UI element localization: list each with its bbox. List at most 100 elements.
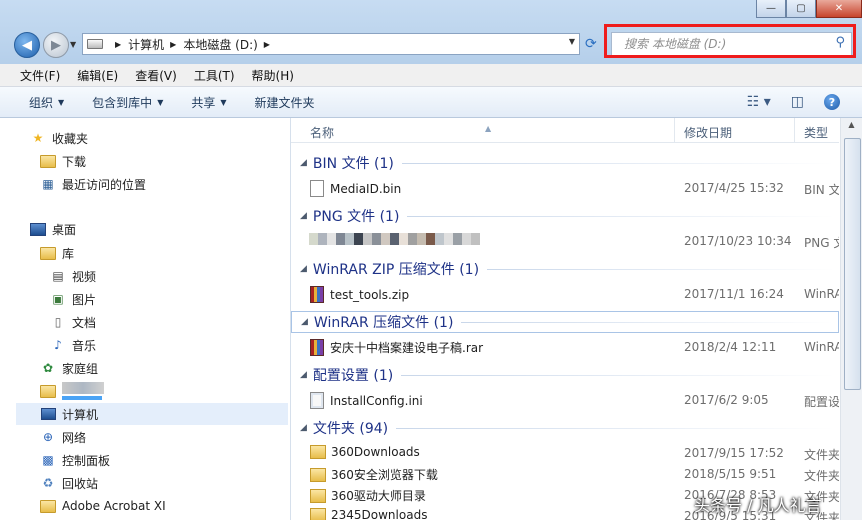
menu-file[interactable]: 文件(F) [0,67,68,84]
file-date: 2017/6/2 9:05 [684,393,769,407]
collapse-triangle-icon[interactable]: ◢ [300,211,307,221]
group-header-winrar[interactable]: ◢ WinRAR 压缩文件 (1) [291,311,839,333]
group-header-config[interactable]: ◢ 配置设置 (1) [291,364,839,386]
sidebar-item-favorites[interactable]: ★ 收藏夹 [30,127,88,149]
watermark-text: 头条号 / 凡人礼言 [694,496,822,515]
file-date: 2017/10/23 10:34 [684,234,792,248]
homegroup-icon: ✿ [42,361,54,375]
column-type[interactable]: 类型 [804,124,828,141]
file-name: InstallConfig.ini [330,393,423,408]
group-title: BIN 文件 (1) [312,156,394,172]
arrow-right-icon: ▶ [51,37,61,53]
include-in-library-button[interactable]: 包含到库中 ▼ [92,94,163,111]
sidebar-item-desktop[interactable]: 桌面 [30,218,76,240]
collapse-triangle-icon[interactable]: ◢ [301,317,308,327]
sidebar-item-label: 网络 [62,430,87,445]
folder-row[interactable]: 360安全浏览器下载 2018/5/15 9:51 文件夹 [291,464,839,484]
organize-button[interactable]: 组织 ▼ [29,94,64,111]
title-address-bar: — ▢ ✕ ◀ ▶ ▼ ▶ 计算机 ▶ 本地磁盘 (D:) ▶ ▼ ⟳ ⚲ [0,0,862,64]
scroll-up-icon[interactable]: ▲ [844,120,859,135]
video-icon: ▤ [52,269,64,283]
menu-help[interactable]: 帮助(H) [243,67,302,84]
group-header-winrar-zip[interactable]: ◢ WinRAR ZIP 压缩文件 (1) [291,258,839,280]
group-title: 配置设置 (1) [312,368,394,384]
file-row[interactable]: 安庆十中档案建设电子稿.rar 2018/2/4 12:11 WinRA [291,337,839,357]
scrollbar-thumb[interactable] [844,138,861,390]
minimize-button[interactable]: — [756,0,786,18]
close-button[interactable]: ✕ [816,0,862,18]
folder-row[interactable]: 360Downloads 2017/9/15 17:52 文件夹 [291,443,839,463]
sidebar-item-acrobat[interactable]: Adobe Acrobat XI [40,495,166,517]
sidebar-item-network[interactable]: ⊕ 网络 [40,426,86,448]
view-options-icon[interactable]: ☷ ▾ [747,94,771,110]
chevron-right-icon[interactable]: ▶ [115,40,121,49]
sidebar-item-homegroup[interactable]: ✿ 家庭组 [40,357,98,379]
column-modified[interactable]: 修改日期 [684,124,732,141]
command-toolbar: 组织 ▼ 包含到库中 ▼ 共享 ▼ 新建文件夹 ☷ ▾ ◫ ? [0,87,862,118]
collapse-triangle-icon[interactable]: ◢ [300,370,307,380]
column-divider[interactable] [794,118,795,142]
address-bar[interactable]: ▶ 计算机 ▶ 本地磁盘 (D:) ▶ ▼ [82,33,580,55]
group-header-bin[interactable]: ◢ BIN 文件 (1) [291,152,839,174]
organize-label: 组织 [29,95,54,110]
sidebar-item-control-panel[interactable]: ▩ 控制面板 [40,449,110,471]
file-date: 2017/4/25 15:32 [684,181,784,195]
back-button[interactable]: ◀ [14,32,40,58]
menu-tools[interactable]: 工具(T) [185,67,243,84]
column-name[interactable]: 名称 [310,124,334,141]
refresh-icon[interactable]: ⟳ [585,36,597,52]
file-date: 2017/11/1 16:24 [684,287,784,301]
chevron-right-icon[interactable]: ▶ [264,40,270,49]
sidebar-item-computer[interactable]: 计算机 [16,403,288,425]
sort-ascending-icon: ▲ [485,124,492,133]
sidebar-item-recycle-bin[interactable]: ♻ 回收站 [40,472,98,494]
share-button[interactable]: 共享 ▼ [191,94,226,111]
collapse-triangle-icon[interactable]: ◢ [300,423,307,433]
include-label: 包含到库中 [92,95,153,110]
group-header-png[interactable]: ◢ PNG 文件 (1) [291,205,839,227]
library-icon [40,245,56,261]
sidebar-item-recent[interactable]: ▦ 最近访问的位置 [40,173,146,195]
sidebar-item-libraries[interactable]: 库 [40,242,74,264]
vertical-scrollbar[interactable]: ▲ [840,118,862,520]
chevron-right-icon[interactable]: ▶ [170,40,176,49]
column-header: ▲ 名称 修改日期 类型 [291,118,839,143]
file-row[interactable]: test_tools.zip 2017/11/1 16:24 WinRA [291,284,839,304]
sidebar-item-label: 视频 [72,269,97,284]
file-row[interactable]: 2017/10/23 10:34 PNG 文 [291,231,839,251]
menu-edit[interactable]: 编辑(E) [68,67,126,84]
address-dropdown[interactable]: ▼ [569,37,575,46]
new-folder-label: 新建文件夹 [254,95,315,110]
sidebar-item-documents[interactable]: ▯ 文档 [50,311,96,333]
group-header-folders[interactable]: ◢ 文件夹 (94) [291,417,839,439]
sidebar-item-label: 控制面板 [62,453,111,468]
sidebar-item-user[interactable] [40,380,104,402]
sidebar-item-videos[interactable]: ▤ 视频 [50,265,96,287]
collapse-triangle-icon[interactable]: ◢ [300,158,307,168]
sidebar-item-music[interactable]: ♪ 音乐 [50,334,96,356]
chevron-down-icon: ▼ [58,97,65,107]
star-icon: ★ [32,131,44,145]
sidebar-item-downloads[interactable]: 下载 [40,150,86,172]
recent-pages-dropdown[interactable]: ▼ [70,40,76,49]
help-icon[interactable]: ? [824,94,840,110]
preview-pane-icon[interactable]: ◫ [791,94,804,110]
collapse-triangle-icon[interactable]: ◢ [300,264,307,274]
sidebar-item-pictures[interactable]: ▣ 图片 [50,288,96,310]
maximize-button[interactable]: ▢ [786,0,816,18]
new-folder-button[interactable]: 新建文件夹 [255,94,315,111]
folder-icon [310,467,326,482]
breadcrumb-computer[interactable]: 计算机 [128,36,164,53]
menu-view[interactable]: 查看(V) [126,67,185,84]
forward-button[interactable]: ▶ [43,32,69,58]
file-row[interactable]: MediaID.bin 2017/4/25 15:32 BIN 文 [291,178,839,198]
breadcrumb-drive-d[interactable]: 本地磁盘 (D:) [183,36,257,53]
control-panel-icon: ▩ [42,453,54,467]
network-icon: ⊕ [42,430,54,444]
file-list: ▲ 名称 修改日期 类型 ◢ BIN 文件 (1) MediaID.bin 201… [291,118,839,520]
sidebar-item-label: 桌面 [52,222,77,237]
column-divider[interactable] [674,118,675,142]
menu-bar: 文件(F) 编辑(E) 查看(V) 工具(T) 帮助(H) [0,64,862,87]
file-type: 文件夹 [804,469,839,483]
file-row[interactable]: InstallConfig.ini 2017/6/2 9:05 配置设 [291,390,839,410]
